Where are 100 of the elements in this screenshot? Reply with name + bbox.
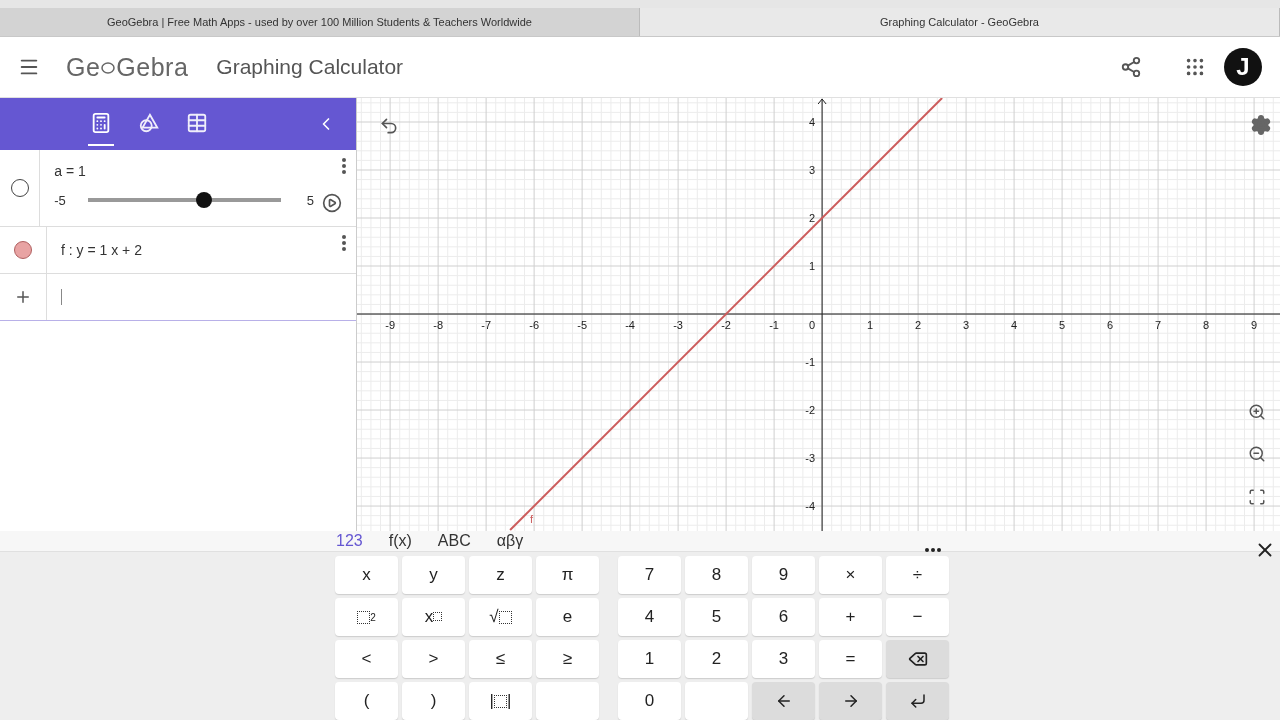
power-key[interactable]: x xyxy=(402,598,465,636)
x-tick-label: 7 xyxy=(1155,319,1162,331)
key[interactable]: z xyxy=(469,556,532,594)
logo-text: Ge xyxy=(66,52,101,82)
y-tick-label: 2 xyxy=(808,212,816,224)
key[interactable]: × xyxy=(819,556,882,594)
slider-min: -5 xyxy=(54,192,66,208)
play-icon[interactable] xyxy=(322,193,342,213)
backspace-key[interactable] xyxy=(886,640,949,678)
key[interactable]: ≤ xyxy=(469,640,532,678)
more-button[interactable] xyxy=(925,548,941,552)
key[interactable]: < xyxy=(335,640,398,678)
key[interactable]: 7 xyxy=(618,556,681,594)
key[interactable]: = xyxy=(819,640,882,678)
x-tick-label: -3 xyxy=(673,319,683,331)
key[interactable]: x xyxy=(335,556,398,594)
fullscreen-icon xyxy=(1248,488,1266,506)
key[interactable]: ( xyxy=(335,682,398,720)
key[interactable]: 9 xyxy=(752,556,815,594)
logo-text: Gebra xyxy=(116,52,189,82)
key[interactable]: 3 xyxy=(752,640,815,678)
more-vertical-icon xyxy=(342,235,346,251)
key[interactable]: + xyxy=(819,598,882,636)
x-tick-label: -2 xyxy=(721,319,731,331)
more-button[interactable] xyxy=(342,158,346,174)
calculator-icon xyxy=(90,112,112,134)
line-label: f xyxy=(530,513,534,525)
keyboard-tab[interactable]: ABC xyxy=(437,532,471,550)
origin-label: 0 xyxy=(808,319,816,331)
x-tick-label: -5 xyxy=(577,319,587,331)
y-tick-label: -3 xyxy=(805,452,816,465)
y-tick-label: 3 xyxy=(808,164,816,176)
more-button[interactable] xyxy=(342,235,346,251)
y-tick-label: -1 xyxy=(805,356,816,368)
keyboard-tab[interactable]: f(x) xyxy=(388,532,412,550)
settings-button[interactable] xyxy=(1250,114,1272,136)
key[interactable]: ≥ xyxy=(536,640,599,678)
square-key[interactable]: 2 xyxy=(335,598,398,636)
key[interactable]: − xyxy=(886,598,949,636)
y-tick-label: -2 xyxy=(805,404,816,417)
x-tick-label: -4 xyxy=(625,319,635,331)
fullscreen-button[interactable] xyxy=(1248,488,1266,506)
key[interactable]: 4 xyxy=(618,598,681,636)
slider-thumb[interactable] xyxy=(195,192,212,208)
key[interactable]: 8 xyxy=(685,556,748,594)
key[interactable]: 6 xyxy=(752,598,815,636)
visibility-toggle[interactable] xyxy=(10,179,29,197)
key[interactable]: e xyxy=(536,598,599,636)
y-tick-label: 4 xyxy=(808,116,816,128)
x-tick-label: 9 xyxy=(1251,319,1258,331)
x-tick-label: -7 xyxy=(481,319,491,331)
enter-icon xyxy=(908,692,927,710)
x-tick-label: 5 xyxy=(1059,319,1066,331)
x-tick-label: 8 xyxy=(1203,319,1210,331)
zoom-out-button[interactable] xyxy=(1248,445,1266,463)
more-horizontal-icon xyxy=(925,548,941,552)
undo-button[interactable] xyxy=(379,116,399,136)
zoom-in-button[interactable] xyxy=(1248,403,1266,421)
y-tick-label: 1 xyxy=(808,260,816,272)
keyboard-tab[interactable]: αβγ xyxy=(496,532,524,550)
slider-max: 5 xyxy=(306,192,314,208)
browser-tab[interactable]: Graphing Calculator - GeoGebra xyxy=(640,8,1280,36)
key[interactable]: y xyxy=(402,556,465,594)
x-tick-label: 3 xyxy=(963,319,970,331)
key[interactable]: 1 xyxy=(618,640,681,678)
key[interactable]: 2 xyxy=(685,640,748,678)
abs-key[interactable]: | | xyxy=(469,682,532,720)
settings-icon xyxy=(1250,114,1272,136)
x-tick-label: -8 xyxy=(433,319,443,331)
key[interactable]: 5 xyxy=(685,598,748,636)
x-tick-label: 6 xyxy=(1107,319,1114,331)
table-icon xyxy=(186,112,208,134)
visibility-toggle[interactable] xyxy=(14,241,32,259)
undo-icon xyxy=(379,116,399,136)
plus-icon[interactable] xyxy=(14,288,32,306)
logo-ring-icon xyxy=(100,59,117,75)
key[interactable]: ) xyxy=(402,682,465,720)
backspace-icon xyxy=(907,649,928,669)
x-tick-label: -9 xyxy=(385,319,395,331)
x-tick-label: 2 xyxy=(915,319,922,331)
algebra-expression[interactable]: a = 1 xyxy=(54,163,342,179)
key[interactable]: > xyxy=(402,640,465,678)
user-avatar[interactable]: J xyxy=(1224,48,1262,86)
y-tick-label: -4 xyxy=(805,500,816,513)
key[interactable]: 0 xyxy=(618,682,681,720)
zoom-out-icon xyxy=(1248,445,1266,463)
algebra-expression[interactable]: f : y = 1 x + 2 xyxy=(61,242,342,258)
x-tick-label: -6 xyxy=(529,319,539,331)
key[interactable]: π xyxy=(536,556,599,594)
sqrt-key[interactable]: √ xyxy=(469,598,532,636)
share-icon[interactable] xyxy=(1120,56,1142,78)
more-vertical-icon xyxy=(342,158,346,174)
x-tick-label: -1 xyxy=(769,319,779,331)
keyboard-tab[interactable]: 123 xyxy=(336,532,363,550)
x-tick-label: 1 xyxy=(867,319,874,331)
zoom-in-icon xyxy=(1248,403,1266,421)
app-title: Graphing Calculator xyxy=(216,55,405,79)
apps-grid-icon[interactable] xyxy=(1184,56,1206,78)
key[interactable]: ÷ xyxy=(886,556,949,594)
geometry-icon xyxy=(138,112,160,134)
